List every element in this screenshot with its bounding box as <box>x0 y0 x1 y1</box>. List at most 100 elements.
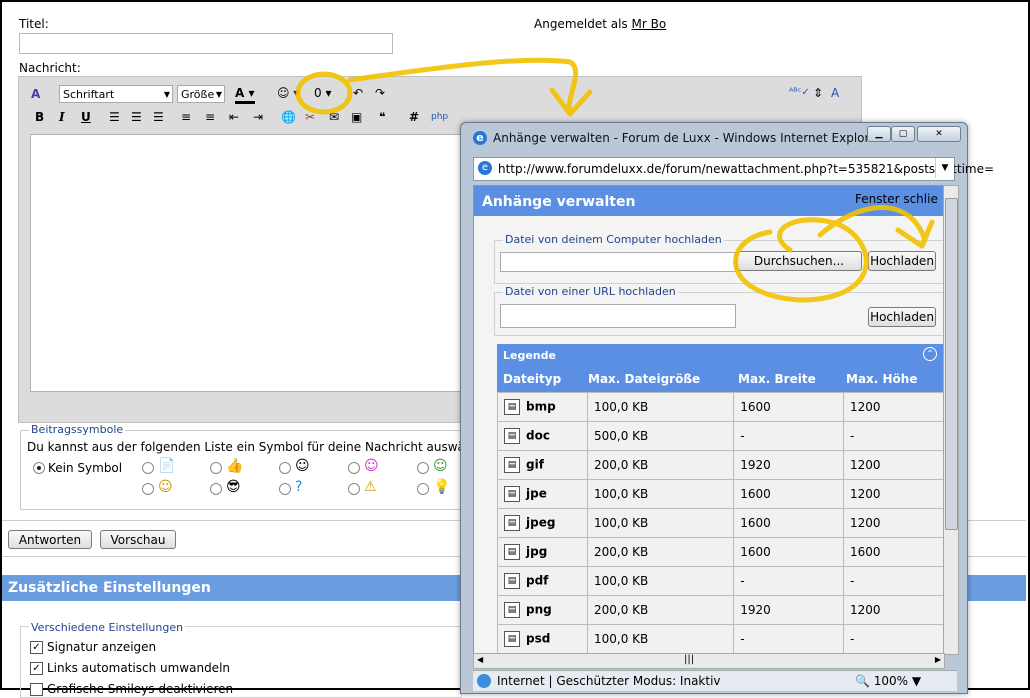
maxwidth-cell: - <box>733 566 845 596</box>
align-left-icon[interactable]: ☰ <box>109 109 120 125</box>
italic-icon[interactable]: I <box>59 109 65 125</box>
code-icon[interactable]: # <box>409 109 419 125</box>
close-window-link[interactable]: Fenster schlie <box>855 192 938 206</box>
radio-no-icon[interactable] <box>33 462 45 474</box>
browse-button[interactable]: Durchsuchen... <box>736 251 862 271</box>
maxsize-cell: 100,0 KB <box>586 624 735 654</box>
address-bar[interactable]: e http://www.forumdeluxx.de/forum/newatt… <box>473 157 994 181</box>
spellcheck-icon[interactable]: ᴬᴮᶜ✓ <box>789 85 810 101</box>
warning-icon: ⚠ <box>364 479 377 495</box>
legend-row: ▤ gif 200,0 KB 1920 1200 <box>497 450 944 480</box>
vertical-scrollbar[interactable] <box>943 185 959 655</box>
ordered-list-icon[interactable]: ≡ <box>181 109 191 125</box>
url-input[interactable] <box>500 304 736 328</box>
insert-image-icon[interactable]: ▣ <box>351 109 362 125</box>
upload-computer-legend: Datei von deinem Computer hochladen <box>503 233 724 246</box>
insert-email-icon[interactable]: ✉ <box>329 109 339 125</box>
indent-icon[interactable]: ⇥ <box>253 109 263 125</box>
signature-checkbox[interactable]: ✓ <box>30 641 43 654</box>
filetype-label: jpeg <box>526 515 556 530</box>
username-link[interactable]: Mr Bo <box>632 17 667 31</box>
zoom-level[interactable]: 🔍 100% ▼ <box>855 674 921 688</box>
undo-icon[interactable]: ↶ <box>353 85 363 101</box>
bold-icon[interactable]: B <box>35 109 44 125</box>
quote-icon[interactable]: ❝ <box>379 109 385 125</box>
close-icon[interactable]: ✕ <box>917 126 961 142</box>
file-path-input[interactable] <box>500 252 736 272</box>
radio-icon-5[interactable] <box>417 462 429 474</box>
maximize-icon[interactable]: ▢ <box>891 126 915 142</box>
auto-links-checkbox[interactable]: ✓ <box>30 662 43 675</box>
smiley-green-icon: ☺ <box>433 458 448 474</box>
maxsize-cell: 100,0 KB <box>586 566 735 596</box>
radio-icon-1[interactable] <box>142 462 154 474</box>
unordered-list-icon[interactable]: ≡ <box>205 109 215 125</box>
file-type-icon: ▤ <box>504 399 520 415</box>
minimize-icon[interactable]: ▁ <box>867 126 891 142</box>
scroll-thumb[interactable] <box>945 198 958 530</box>
col-maxsize: Max. Dateigröße <box>588 372 701 386</box>
upload-url-button[interactable]: Hochladen <box>868 307 936 327</box>
url-text: http://www.forumdeluxx.de/forum/newattac… <box>498 162 995 176</box>
radio-icon-8[interactable] <box>279 483 291 495</box>
size-select[interactable]: Größe ▼ <box>177 85 225 103</box>
maxwidth-cell: - <box>733 421 845 451</box>
horizontal-scrollbar[interactable]: ◀ ||| ▶ <box>473 653 945 669</box>
file-type-icon: ▤ <box>504 428 520 444</box>
address-dropdown-icon[interactable]: ▼ <box>935 158 954 178</box>
collapse-icon[interactable]: ⌃ <box>923 347 937 361</box>
maxwidth-cell: 1600 <box>733 537 845 567</box>
radio-icon-10[interactable] <box>417 483 429 495</box>
file-type-icon: ▤ <box>504 457 520 473</box>
upload-button[interactable]: Hochladen <box>868 251 936 271</box>
filetype-cell: ▤ psd <box>497 624 588 654</box>
file-type-icon: ▤ <box>504 486 520 502</box>
document-icon: 📄 <box>158 458 176 474</box>
remove-format-icon[interactable]: A <box>31 86 40 102</box>
post-icons-group: Beitragssymbole Du kannst aus der folgen… <box>20 423 483 510</box>
message-label: Nachricht: <box>19 61 81 75</box>
radio-icon-4[interactable] <box>348 462 360 474</box>
font-select[interactable]: Schriftart ▼ <box>59 85 173 103</box>
radio-icon-7[interactable] <box>210 483 222 495</box>
switch-mode-icon[interactable]: A <box>831 85 839 101</box>
maxsize-cell: 100,0 KB <box>586 392 735 422</box>
align-right-icon[interactable]: ☰ <box>153 109 164 125</box>
attachment-icon[interactable]: 0 ▾ <box>314 85 331 101</box>
post-icons-legend: Beitragssymbole <box>29 423 126 436</box>
thumbs-up-icon: 👍 <box>226 458 244 474</box>
radio-icon-2[interactable] <box>210 462 222 474</box>
remove-link-icon[interactable]: ✂ <box>305 109 315 125</box>
text-color-icon[interactable]: A ▾ <box>235 85 255 104</box>
radio-icon-3[interactable] <box>279 462 291 474</box>
insert-link-icon[interactable]: 🌐 <box>281 109 296 125</box>
php-icon[interactable]: php <box>431 109 448 125</box>
popup-content: Anhänge verwalten Fenster schlie Datei v… <box>473 185 945 655</box>
filetype-cell: ▤ jpg <box>497 537 588 567</box>
preview-button[interactable]: Vorschau <box>100 530 176 549</box>
maxheight-cell: - <box>843 421 944 451</box>
maxsize-cell: 200,0 KB <box>586 450 735 480</box>
radio-icon-9[interactable] <box>348 483 360 495</box>
legend-row: ▤ doc 500,0 KB - - <box>497 421 944 451</box>
redo-icon[interactable]: ↷ <box>375 85 385 101</box>
maxheight-cell: 1200 <box>843 450 944 480</box>
title-input[interactable] <box>19 33 393 54</box>
scroll-left-icon[interactable]: ◀ <box>477 655 483 664</box>
legend-header: Legende ⌃ <box>497 344 944 366</box>
outdent-icon[interactable]: ⇤ <box>229 109 239 125</box>
underline-icon[interactable]: U <box>81 109 91 125</box>
reply-button[interactable]: Antworten <box>8 530 92 549</box>
maxsize-cell: 100,0 KB <box>586 508 735 538</box>
no-icon-label: Kein Symbol <box>48 461 123 475</box>
upload-url-legend: Datei von einer URL hochladen <box>503 285 678 298</box>
maxwidth-cell: - <box>733 624 845 654</box>
scroll-right-icon[interactable]: ▶ <box>935 655 941 664</box>
filetype-cell: ▤ png <box>497 595 588 625</box>
resize-icon[interactable]: ⇕ <box>813 85 823 101</box>
align-center-icon[interactable]: ☰ <box>131 109 142 125</box>
file-type-icon: ▤ <box>504 631 520 647</box>
smiley-purple-icon: ☺ <box>364 458 379 474</box>
smiley-icon[interactable]: ☺ ▾ <box>277 85 299 101</box>
radio-icon-6[interactable] <box>142 483 154 495</box>
